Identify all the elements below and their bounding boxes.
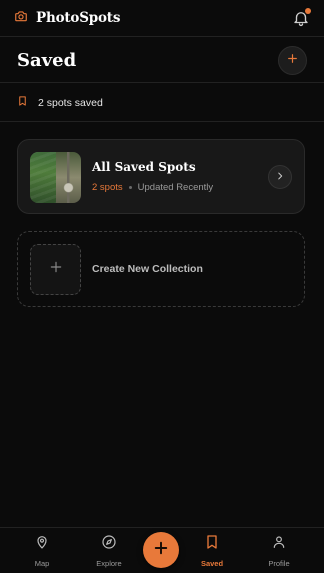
nav-label-explore: Explore xyxy=(96,559,122,568)
create-collection-label: Create New Collection xyxy=(92,263,203,275)
nav-label-map: Map xyxy=(34,559,50,568)
collection-updated: Updated Recently xyxy=(137,182,214,193)
plus-icon xyxy=(152,539,170,562)
create-collection-thumbnail xyxy=(30,244,81,295)
add-spot-button[interactable] xyxy=(143,532,179,568)
nav-label-profile: Profile xyxy=(268,559,290,568)
app-title: PhotoSpots xyxy=(36,10,121,26)
separator-dot xyxy=(128,186,132,189)
add-collection-button[interactable] xyxy=(278,46,307,75)
page-title: Saved xyxy=(17,49,77,71)
map-pin-icon xyxy=(34,534,50,555)
collection-thumbnail xyxy=(30,152,81,203)
camera-icon xyxy=(14,9,28,28)
nav-item-saved[interactable]: Saved xyxy=(187,534,237,570)
saved-count-bar: 2 spots saved xyxy=(0,84,324,122)
nav-label-saved: Saved xyxy=(200,559,224,568)
bell-icon xyxy=(292,12,310,31)
compass-icon xyxy=(101,534,117,555)
bookmark-icon xyxy=(17,94,28,112)
collection-card[interactable]: All Saved Spots 2 spots Updated Recently xyxy=(17,139,305,214)
user-icon xyxy=(271,534,287,555)
thumbnail-image-2 xyxy=(55,152,81,203)
page-header: Saved xyxy=(0,38,324,83)
thumbnail-image-1 xyxy=(30,152,56,203)
plus-icon xyxy=(49,260,63,279)
brand[interactable]: PhotoSpots xyxy=(14,9,120,28)
top-bar: PhotoSpots xyxy=(0,0,324,37)
collection-meta: 2 spots Updated Recently xyxy=(92,182,213,193)
open-collection-button[interactable] xyxy=(268,165,292,189)
collection-count: 2 spots xyxy=(92,182,123,193)
saved-count-text: 2 spots saved xyxy=(38,96,103,109)
notifications-button[interactable] xyxy=(292,8,311,27)
nav-item-explore[interactable]: Explore xyxy=(84,534,134,570)
plus-icon xyxy=(286,52,299,70)
bookmark-icon xyxy=(204,534,220,555)
create-collection-card[interactable]: Create New Collection xyxy=(17,231,305,307)
collection-title: All Saved Spots xyxy=(92,160,196,174)
nav-item-map[interactable]: Map xyxy=(17,534,67,570)
nav-item-profile[interactable]: Profile xyxy=(254,534,304,570)
chevron-right-icon xyxy=(275,168,285,186)
notification-dot xyxy=(305,8,311,14)
